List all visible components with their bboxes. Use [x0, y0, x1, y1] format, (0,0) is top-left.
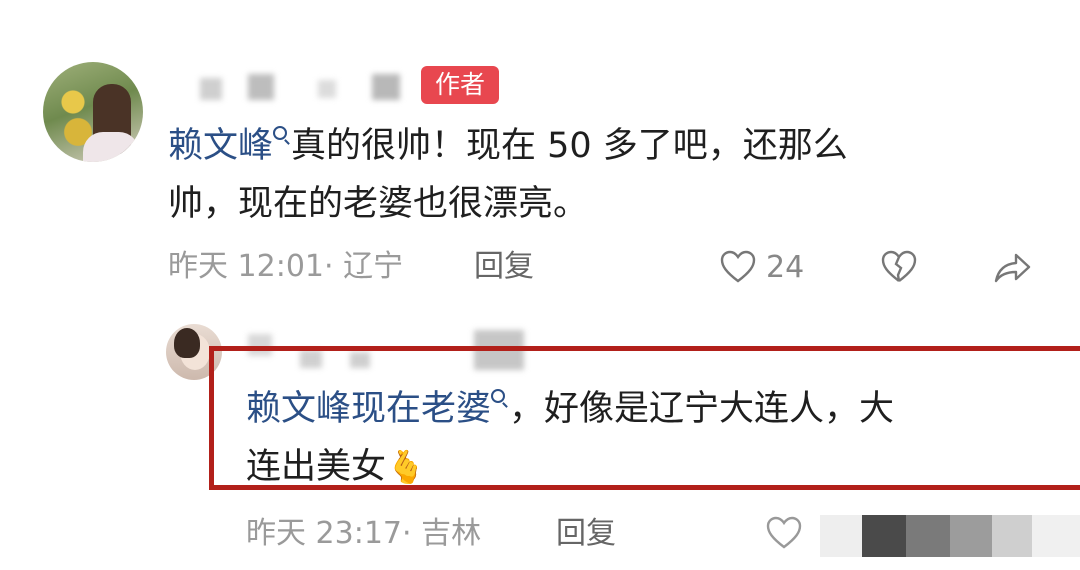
heart-icon[interactable] [766, 516, 802, 550]
reply-button[interactable]: 回复 [556, 514, 616, 554]
finger-heart-emoji: 🫰 [386, 448, 426, 486]
reply-button[interactable]: 回复 [474, 247, 534, 287]
pixelated-overlay [1032, 515, 1080, 557]
mention-link[interactable]: 赖文峰现在老婆 [246, 389, 491, 429]
pixelated-overlay [820, 515, 862, 557]
pixelated-overlay [862, 515, 906, 557]
like-count: 24 [766, 250, 805, 285]
broken-heart-icon[interactable] [881, 250, 917, 284]
reply-text-line2: 连出美女🫰 [246, 447, 426, 487]
search-icon [273, 126, 288, 140]
blurred-username [318, 80, 336, 98]
pixelated-overlay [992, 515, 1032, 557]
heart-icon[interactable] [720, 250, 756, 284]
blurred-username [248, 74, 274, 100]
search-icon [491, 389, 506, 403]
pixelated-overlay [950, 515, 992, 557]
share-icon[interactable] [994, 252, 1032, 284]
reply-text: 赖文峰现在老婆 ，好像是辽宁大连人，大 [246, 389, 895, 429]
mention-link[interactable]: 赖文峰 [168, 126, 273, 166]
author-badge: 作者 [421, 66, 499, 104]
commenter-avatar[interactable] [43, 62, 143, 162]
comment-text: 赖文峰 真的很帅！现在 50 多了吧，还那么 [168, 126, 848, 166]
pixelated-overlay [906, 515, 950, 557]
comment-timestamp: 昨天 12:01· 辽宁 [168, 249, 404, 284]
reply-timestamp: 昨天 23:17· 吉林 [246, 516, 482, 551]
comment-text-line2: 帅，现在的老婆也很漂亮。 [168, 184, 589, 224]
blurred-username [200, 78, 222, 100]
blurred-username [372, 74, 400, 100]
